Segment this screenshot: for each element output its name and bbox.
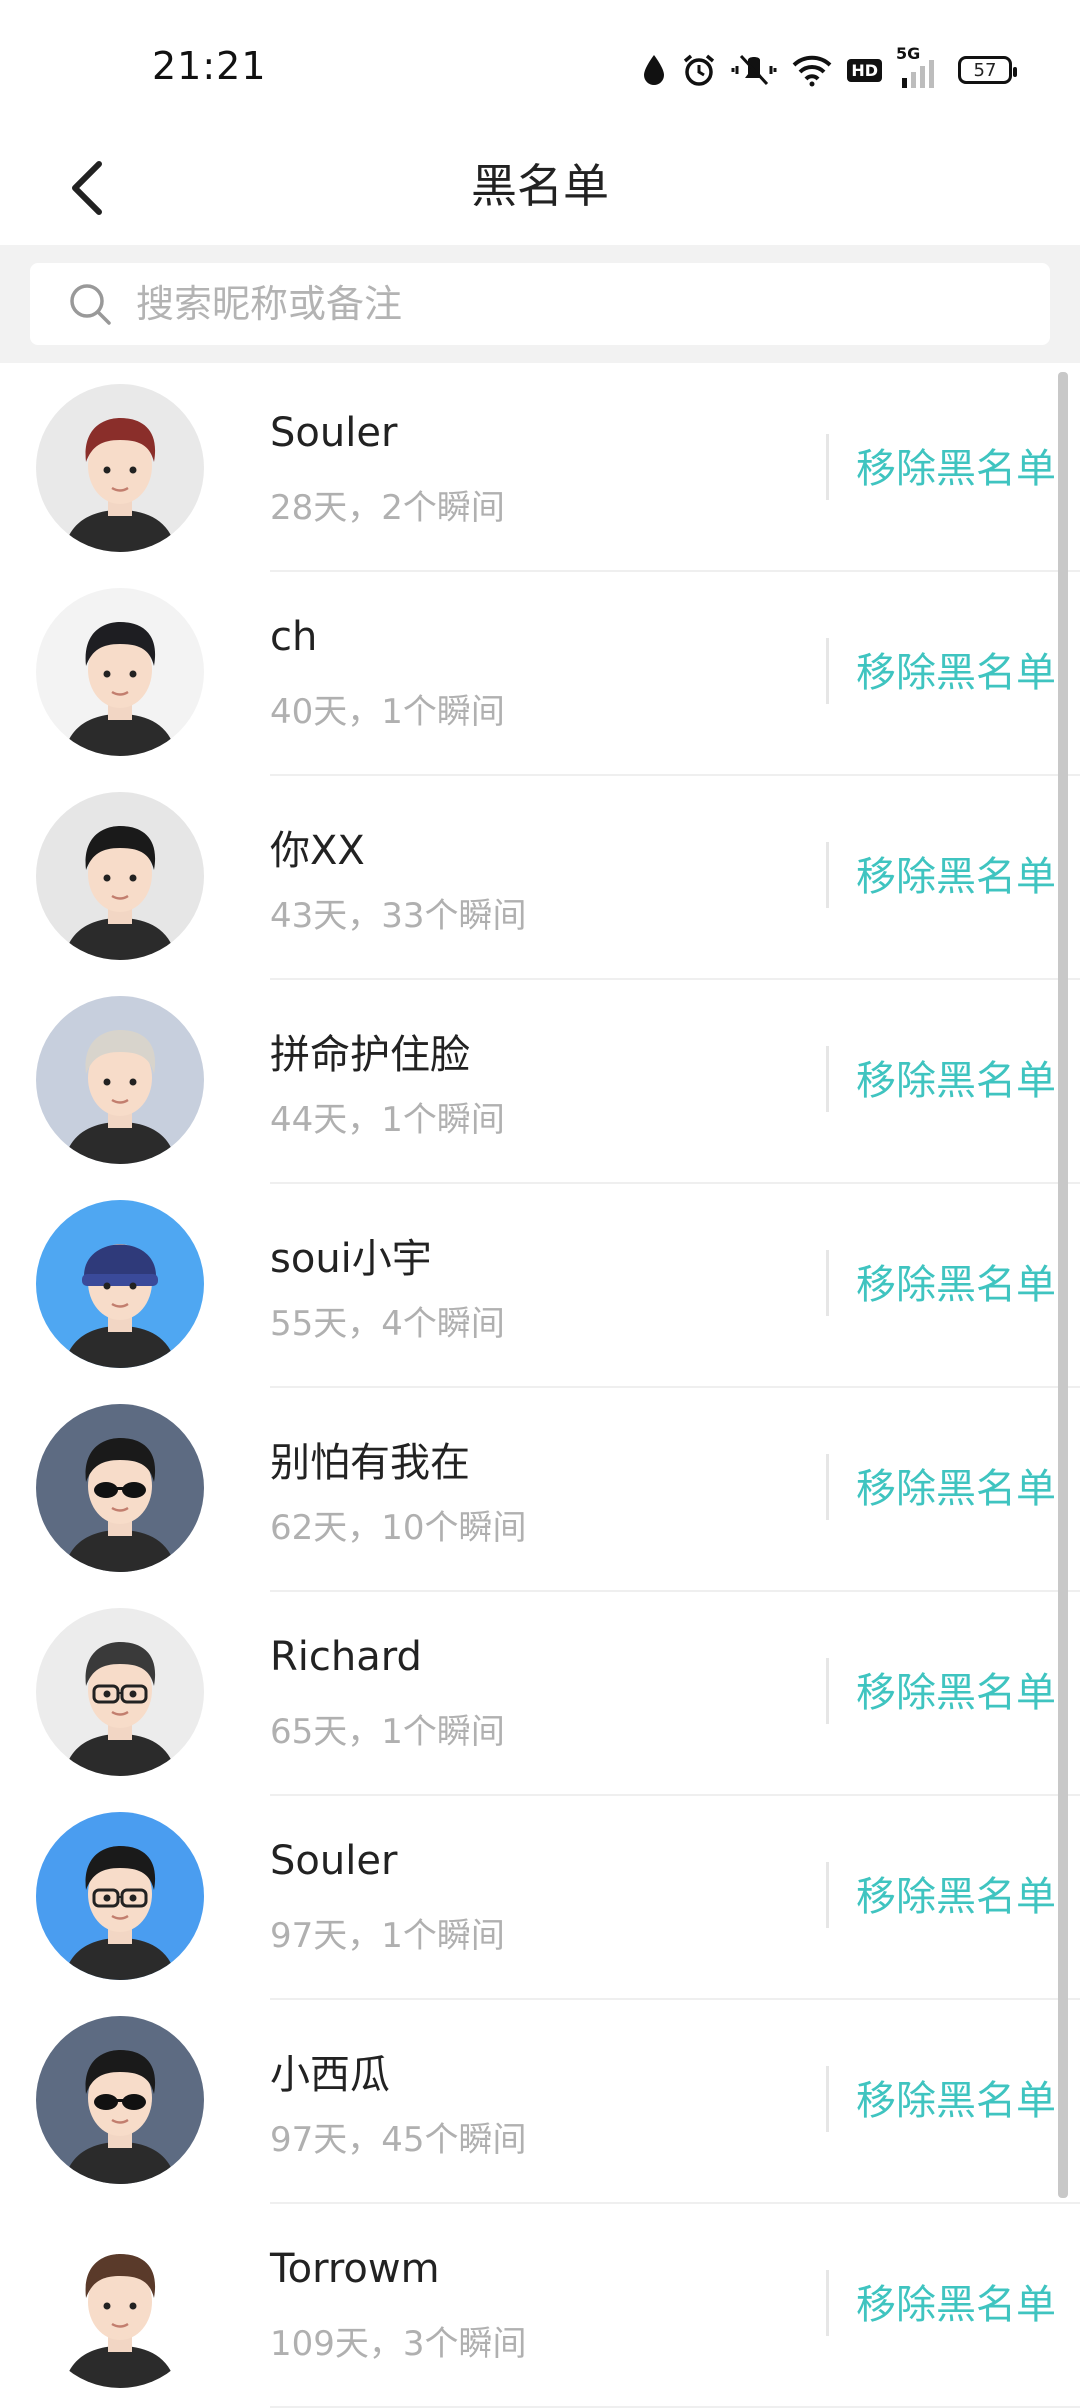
avatar[interactable] [36,1608,204,1776]
avatar[interactable] [36,1404,204,1572]
avatar[interactable] [36,588,204,756]
user-meta: 97天，1个瞬间 [270,1916,505,1956]
avatar-illustration [36,1200,204,1368]
user-meta: 44天，1个瞬间 [270,1100,505,1140]
user-meta: 40天，1个瞬间 [270,692,505,732]
remove-from-blacklist-button[interactable]: 移除黑名单 [856,844,1056,902]
avatar-illustration [36,588,204,756]
user-name: 别怕有我在 [270,1440,470,1486]
avatar[interactable] [36,1200,204,1368]
user-name: Torrowm [270,2246,440,2292]
list-item: Torrowm 109天，3个瞬间 移除黑名单 [0,2204,1080,2408]
divider [826,1658,829,1724]
user-name: Souler [270,1838,398,1884]
remove-from-blacklist-button[interactable]: 移除黑名单 [856,2068,1056,2126]
battery-level: 57 [958,56,1017,84]
user-name: 小西瓜 [270,2052,390,2098]
user-meta: 55天，4个瞬间 [270,1304,505,1344]
avatar[interactable] [36,792,204,960]
list-item: 别怕有我在 62天，10个瞬间 移除黑名单 [0,1388,1080,1592]
remove-from-blacklist-button[interactable]: 移除黑名单 [856,1660,1056,1718]
avatar-illustration [36,1608,204,1776]
avatar-illustration [36,1812,204,1980]
user-name: soui小宇 [270,1236,432,1282]
avatar-illustration [36,384,204,552]
drop-icon [641,50,667,90]
user-name: ch [270,614,318,660]
avatar[interactable] [36,384,204,552]
search-box[interactable] [30,263,1050,345]
signal-icon: 5G [896,44,944,90]
user-meta: 109天，3个瞬间 [270,2324,527,2364]
user-name: 你XX [270,828,365,874]
divider [826,1862,829,1928]
avatar-illustration [36,2016,204,2184]
divider [826,434,829,500]
user-meta: 43天，33个瞬间 [270,896,527,936]
list-item: 拼命护住脸 44天，1个瞬间 移除黑名单 [0,980,1080,1184]
avatar[interactable] [36,1812,204,1980]
divider [826,1046,829,1112]
avatar[interactable] [36,996,204,1164]
divider [826,1250,829,1316]
alarm-icon [681,50,717,90]
user-meta: 28天，2个瞬间 [270,488,505,528]
list-item: 你XX 43天，33个瞬间 移除黑名单 [0,776,1080,980]
user-meta: 62天，10个瞬间 [270,1508,527,1548]
remove-from-blacklist-button[interactable]: 移除黑名单 [856,1864,1056,1922]
remove-from-blacklist-button[interactable]: 移除黑名单 [856,640,1056,698]
list-item: Richard 65天，1个瞬间 移除黑名单 [0,1592,1080,1796]
list-item: Souler 97天，1个瞬间 移除黑名单 [0,1796,1080,2000]
remove-from-blacklist-button[interactable]: 移除黑名单 [856,1456,1056,1514]
remove-from-blacklist-button[interactable]: 移除黑名单 [856,2272,1056,2330]
mute-vibrate-icon [731,50,777,90]
remove-from-blacklist-button[interactable]: 移除黑名单 [856,436,1056,494]
divider [826,2270,829,2336]
divider [826,638,829,704]
status-bar: 21:21 HD 5G 57 [0,0,1080,130]
search-input[interactable] [134,281,998,327]
avatar-illustration [36,792,204,960]
wifi-icon [791,50,833,90]
divider [826,842,829,908]
status-time: 21:21 [152,44,267,88]
network-type-label: 5G [896,44,921,63]
avatar[interactable] [36,2016,204,2184]
title-bar: 黑名单 [0,130,1080,245]
list-item: ch 40天，1个瞬间 移除黑名单 [0,572,1080,776]
user-meta: 65天，1个瞬间 [270,1712,505,1752]
avatar-illustration [36,1404,204,1572]
status-icons: HD 5G 57 [641,44,1017,90]
hd-icon: HD [847,50,882,90]
user-name: Richard [270,1634,422,1680]
scrollbar[interactable] [1058,372,1068,2198]
divider [826,2066,829,2132]
avatar-illustration [36,2220,204,2388]
page-title: 黑名单 [471,159,609,213]
list-item: Souler 28天，2个瞬间 移除黑名单 [0,368,1080,572]
search-icon [70,284,111,325]
list-item: soui小宇 55天，4个瞬间 移除黑名单 [0,1184,1080,1388]
user-name: Souler [270,410,398,456]
user-name: 拼命护住脸 [270,1032,470,1078]
remove-from-blacklist-button[interactable]: 移除黑名单 [856,1048,1056,1106]
battery-icon: 57 [958,50,1017,90]
list-item: 小西瓜 97天，45个瞬间 移除黑名单 [0,2000,1080,2204]
blacklist: Souler 28天，2个瞬间 移除黑名单 ch 40天，1个瞬间 移除黑名单 … [0,368,1080,2408]
avatar[interactable] [36,2220,204,2388]
avatar-illustration [36,996,204,1164]
user-meta: 97天，45个瞬间 [270,2120,527,2160]
divider [826,1454,829,1520]
remove-from-blacklist-button[interactable]: 移除黑名单 [856,1252,1056,1310]
search-section [0,245,1080,363]
